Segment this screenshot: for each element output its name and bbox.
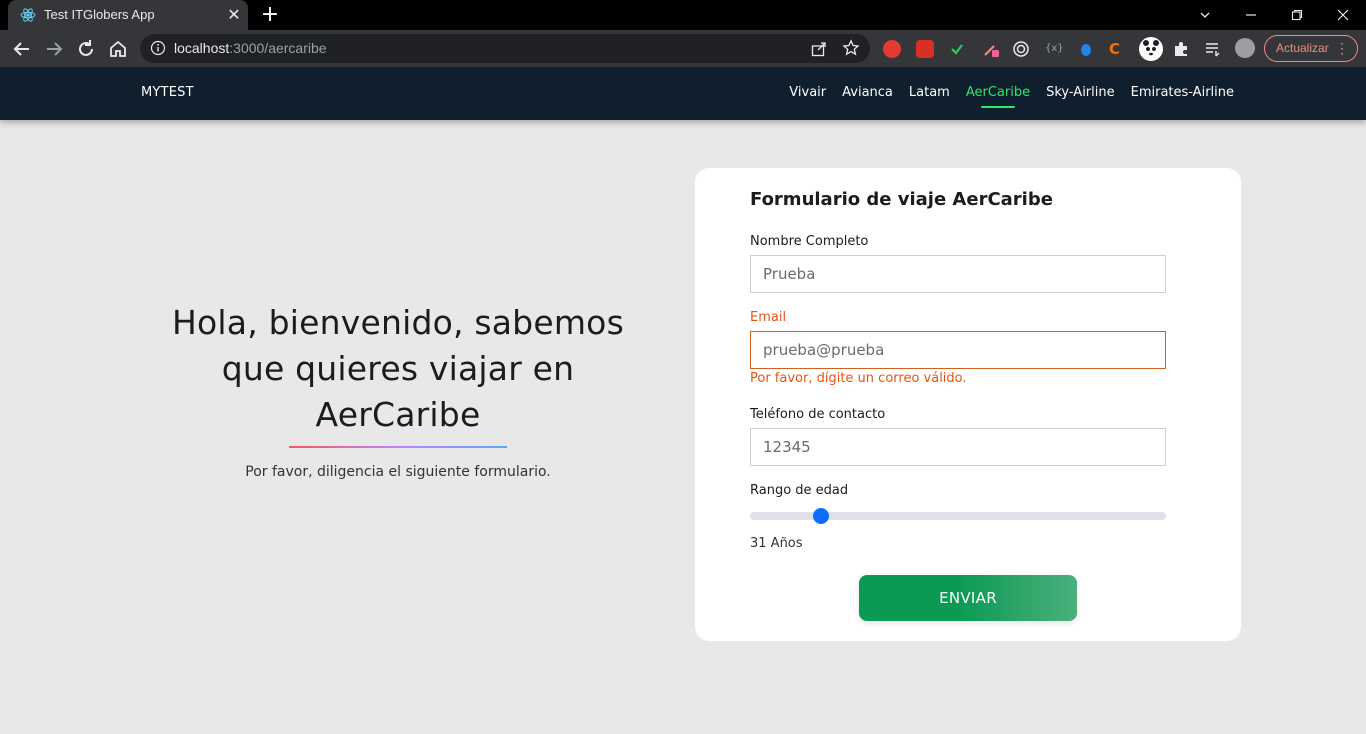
address-bar[interactable]: localhost:3000/aercaribe [140,34,870,63]
name-label: Nombre Completo [750,234,869,249]
minimize-icon[interactable] [1228,0,1274,30]
browser-tab[interactable]: Test ITGlobers App ✕ [8,0,248,30]
hero-title: Hola, bienvenido, sabemos que quieres vi… [172,303,624,434]
hero-underline [289,446,507,448]
panda-extension-icon[interactable] [1139,37,1163,61]
close-window-icon[interactable] [1320,0,1366,30]
phone-label: Teléfono de contacto [750,407,886,422]
browser-toolbar: localhost:3000/aercaribe {x} C Actualiza… [0,30,1366,67]
restore-icon[interactable] [1274,0,1320,30]
forward-icon[interactable] [41,36,67,62]
eyedropper-extension-icon[interactable] [982,40,1000,58]
extension-icon[interactable] [916,40,934,58]
bug-extension-icon[interactable] [1077,40,1095,58]
travel-form-card: Formulario de viaje AerCaribe Nombre Com… [695,168,1241,641]
age-range-slider[interactable] [750,508,1166,524]
home-icon[interactable] [105,36,131,62]
target-extension-icon[interactable] [1012,40,1030,58]
browser-tab-strip: Test ITGlobers App ✕ + [0,0,1366,30]
phone-input[interactable] [750,428,1166,466]
reading-list-icon[interactable] [1204,40,1222,58]
submit-button[interactable]: ENVIAR [859,575,1077,621]
share-icon[interactable] [810,40,828,58]
url-text: localhost:3000/aercaribe [174,40,327,56]
site-navbar: MYTEST Vivair Avianca Latam AerCaribe Sk… [0,67,1366,120]
tab-title: Test ITGlobers App [44,7,155,22]
hero-section: Hola, bienvenido, sabemos que quieres vi… [140,300,656,480]
c-extension-icon[interactable]: C [1109,40,1127,58]
nav-link-avianca[interactable]: Avianca [842,85,893,100]
brand-logo[interactable]: MYTEST [141,85,194,100]
tab-close-icon[interactable]: ✕ [224,5,244,25]
nav-link-emirates-airline[interactable]: Emirates-Airline [1131,85,1234,100]
name-input[interactable] [750,255,1166,293]
code-extension-icon[interactable]: {x} [1045,40,1064,58]
profile-avatar[interactable] [1235,38,1255,58]
nav-link-aercaribe[interactable]: AerCaribe [966,85,1030,108]
form-title: Formulario de viaje AerCaribe [750,189,1053,210]
bookmark-star-icon[interactable] [842,39,860,57]
update-browser-button[interactable]: Actualizar ⋮ [1264,35,1358,62]
nav-link-sky-airline[interactable]: Sky-Airline [1046,85,1115,100]
email-error-message: Por favor, dígite un correo válido. [750,371,967,386]
nav-link-latam[interactable]: Latam [909,85,950,100]
email-input[interactable] [750,331,1166,369]
more-menu-icon[interactable]: ⋮ [1335,36,1349,61]
email-label: Email [750,310,787,325]
age-range-label: Rango de edad [750,483,849,498]
puzzle-extensions-icon[interactable] [1172,40,1190,58]
adblock-extension-icon[interactable] [883,40,901,58]
check-extension-icon[interactable] [948,40,966,58]
age-value: 31 Años [750,536,803,551]
nav-links: Vivair Avianca Latam AerCaribe Sky-Airli… [789,85,1234,108]
reload-icon[interactable] [73,36,99,62]
new-tab-icon[interactable]: + [258,3,282,27]
tab-search-icon[interactable] [1182,0,1228,30]
age-range-thumb[interactable] [812,508,829,524]
react-logo-icon [20,8,36,22]
nav-link-vivair[interactable]: Vivair [789,85,826,100]
hero-subtitle: Por favor, diligencia el siguiente formu… [245,464,551,480]
back-icon[interactable] [9,36,35,62]
site-info-icon[interactable] [150,40,166,56]
